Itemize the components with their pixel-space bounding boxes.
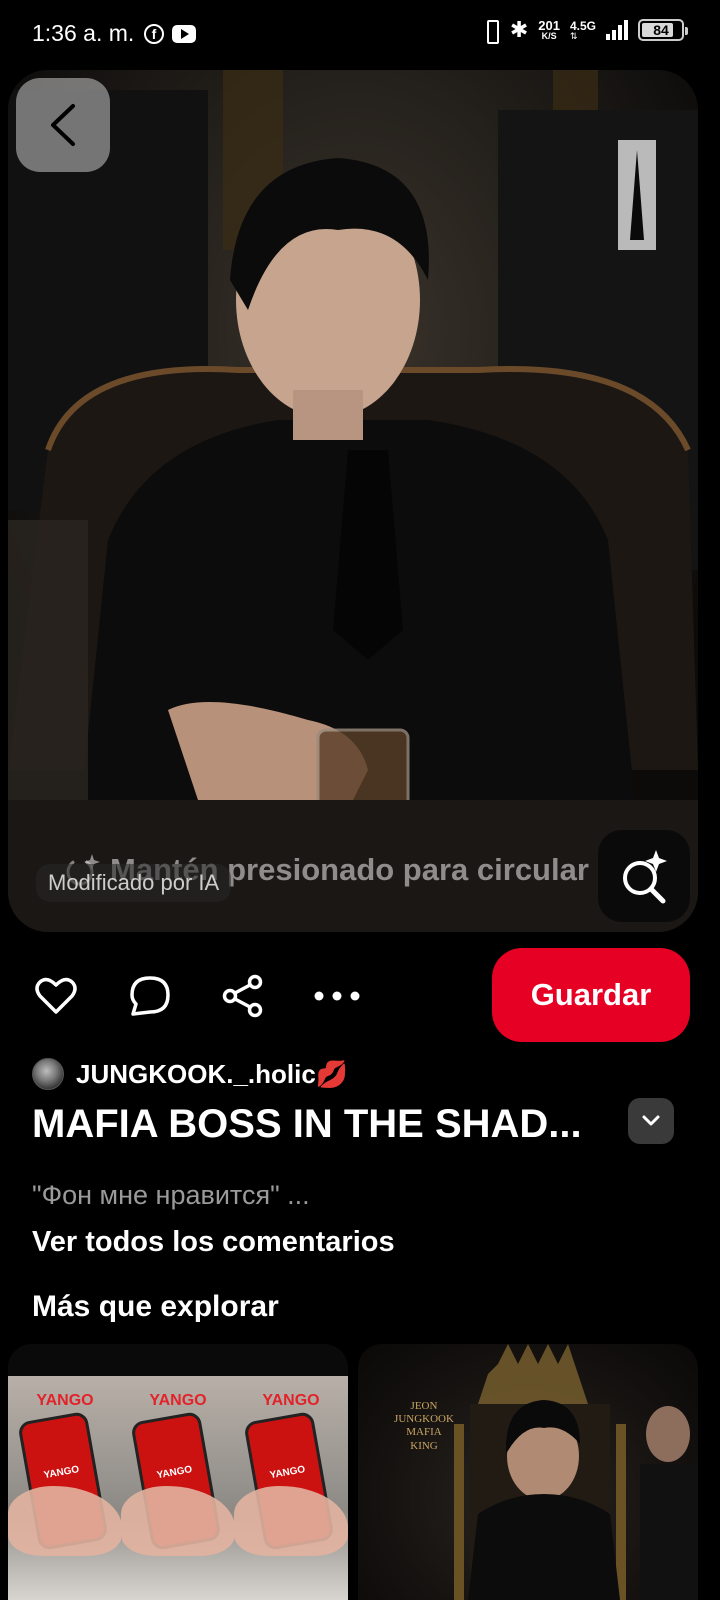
more-to-explore-heading: Más que explorar	[32, 1290, 279, 1323]
vibrate-icon	[482, 18, 500, 44]
battery-level: 84	[653, 22, 669, 38]
yango-panel: YANGO YANGO	[121, 1376, 235, 1600]
pin-image[interactable]: Mantén presionado para circular Modifica…	[8, 70, 698, 932]
signal-icon	[606, 20, 628, 40]
back-button[interactable]	[16, 78, 110, 172]
expand-details-button[interactable]	[628, 1098, 674, 1144]
yango-brand: YANGO	[262, 1392, 320, 1409]
yango-panel: YANGO YANGO	[234, 1376, 348, 1600]
yango-phone-brand: YANGO	[155, 1464, 194, 1482]
status-bar: 1:36 a. m. f ✱ 201 K/S 4.5G ⇅ 84	[0, 0, 720, 70]
network-speed-unit: K/S	[541, 31, 557, 41]
mafia-king-caption: JEON JUNGKOOK MAFIA KING	[394, 1400, 454, 1452]
network-speed: 201 K/S	[538, 19, 560, 41]
chevron-down-icon	[642, 1115, 660, 1126]
author-row[interactable]: JUNGKOOK._.holic💋	[32, 1058, 348, 1090]
status-app-icons: f	[144, 24, 196, 44]
explore-pin-mafia-king[interactable]: JEON JUNGKOOK MAFIA KING	[358, 1344, 698, 1600]
comment-preview[interactable]: "Фон мне нравится" ...	[32, 1180, 310, 1211]
yango-panel: YANGO YANGO	[8, 1376, 122, 1600]
facebook-icon: f	[144, 24, 164, 44]
pin-title: MAFIA BOSS IN THE SHAD...	[32, 1102, 582, 1146]
pin-actions: Guardar	[0, 948, 720, 1042]
network-type-label: 4.5G	[569, 18, 596, 33]
view-all-comments-link[interactable]: Ver todos los comentarios	[32, 1226, 395, 1259]
search-sparkle-icon	[623, 850, 667, 904]
network-arrows: ⇅	[569, 30, 578, 41]
battery-icon: 84	[638, 19, 688, 41]
network-type: 4.5G ⇅	[570, 20, 596, 41]
explore-pin-yango[interactable]: YANGO YANGO YANGO YANGO YANGO YANGO	[8, 1344, 348, 1600]
mafia-king-art	[454, 1344, 698, 1600]
yango-brand: YANGO	[36, 1392, 94, 1409]
share-icon[interactable]	[219, 972, 267, 1020]
visual-search-button[interactable]	[598, 830, 690, 922]
save-button[interactable]: Guardar	[492, 948, 690, 1042]
yango-phone-brand: YANGO	[268, 1464, 307, 1482]
more-icon[interactable]	[313, 972, 361, 1020]
avatar[interactable]	[32, 1058, 64, 1090]
pin-image-art	[8, 70, 698, 932]
comment-icon[interactable]	[126, 972, 174, 1020]
chevron-left-icon	[51, 104, 75, 146]
ai-modified-badge: Modificado por IA	[36, 864, 232, 902]
yango-phone-brand: YANGO	[42, 1464, 81, 1482]
youtube-icon	[172, 25, 196, 43]
heart-icon[interactable]	[32, 972, 80, 1020]
status-indicators: ✱ 201 K/S 4.5G ⇅ 84	[482, 17, 688, 44]
yango-brand: YANGO	[149, 1392, 207, 1409]
author-name[interactable]: JUNGKOOK._.holic💋	[76, 1059, 348, 1090]
status-time: 1:36 a. m.	[32, 20, 135, 46]
bluetooth-icon: ✱	[509, 17, 529, 42]
